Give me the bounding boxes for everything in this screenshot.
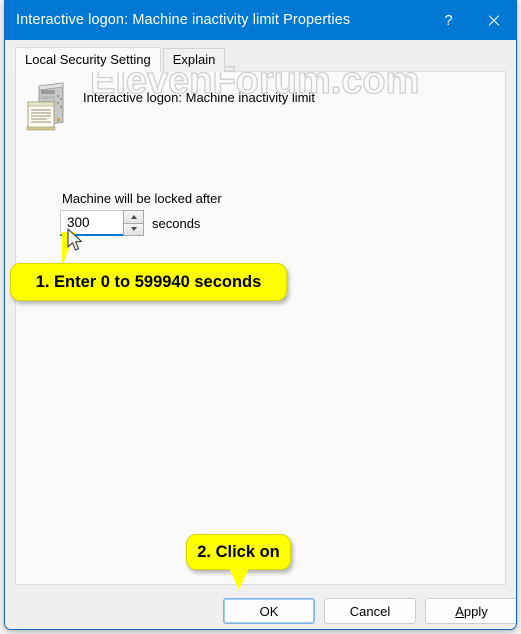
ok-button[interactable]: OK [223, 598, 315, 624]
tab-strip: Local Security Setting Explain [15, 47, 226, 72]
spinner-up-button[interactable] [124, 211, 143, 224]
setting-label: Machine will be locked after [62, 191, 222, 206]
tab-label: Local Security Setting [25, 52, 151, 67]
dialog-footer: OK Cancel Apply [5, 585, 516, 629]
close-button[interactable] [471, 0, 516, 40]
server-policy-icon [25, 82, 71, 132]
help-glyph: ? [444, 11, 453, 29]
apply-label: Apply [455, 603, 488, 619]
help-icon[interactable]: ? [426, 0, 471, 40]
tab-label: Explain [172, 52, 216, 67]
policy-name: Interactive logon: Machine inactivity li… [83, 90, 315, 105]
spinner-down-button[interactable] [124, 223, 143, 235]
ok-label: OK [259, 603, 279, 619]
cancel-label: Cancel [349, 603, 391, 619]
spinner-buttons [123, 210, 144, 236]
tab-local-security-setting[interactable]: Local Security Setting [15, 47, 161, 72]
window-title: Interactive logon: Machine inactivity li… [16, 12, 351, 28]
close-icon [487, 14, 500, 27]
chevron-up-icon [130, 214, 137, 219]
tab-explain[interactable]: Explain [162, 48, 226, 72]
apply-button[interactable]: Apply [425, 598, 516, 624]
tab-panel [15, 71, 506, 585]
callout-2-text: 2. Click on [197, 542, 280, 561]
cancel-button[interactable]: Cancel [324, 598, 416, 624]
title-bar: Interactive logon: Machine inactivity li… [5, 0, 516, 40]
policy-header: Interactive logon: Machine inactivity li… [25, 82, 315, 132]
callout-1-text: 1. Enter 0 to 599940 seconds [35, 272, 262, 291]
callout-step-1: 1. Enter 0 to 599940 seconds [10, 263, 287, 301]
callout-2-tail [228, 566, 250, 590]
seconds-unit-label: seconds [152, 216, 201, 231]
callout-step-2: 2. Click on [186, 534, 291, 570]
chevron-down-icon [130, 227, 137, 232]
callout-1-tail [62, 232, 76, 266]
